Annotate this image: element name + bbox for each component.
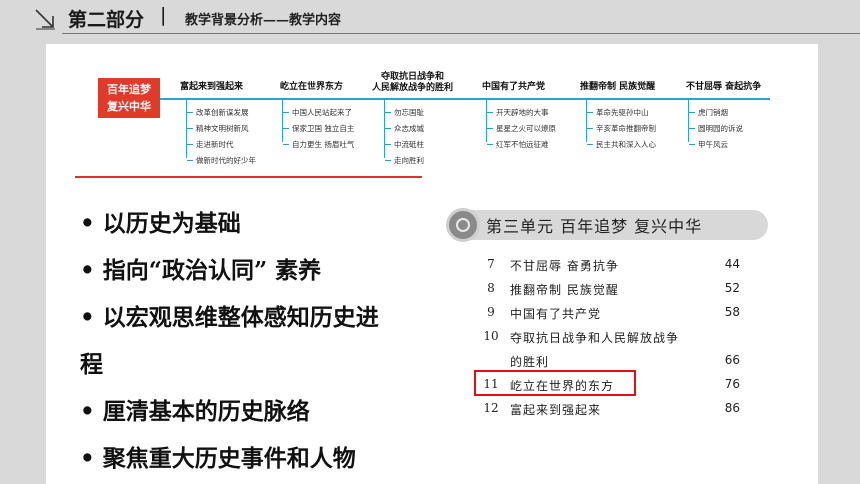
branch-3-leaf-1: 勿忘国耻: [385, 108, 424, 117]
mindmap-root: 百年追梦 复兴中华: [98, 78, 160, 118]
branch-2-leaf-2: 保家卫国 独立自主: [282, 124, 355, 133]
toc-row: 9 中国有了共产党 58: [480, 301, 742, 325]
key-point-2: • 指向“政治认同” 素养: [80, 257, 322, 284]
mindmap-root-line1: 百年追梦: [107, 83, 151, 96]
mindmap-underline: [75, 176, 422, 178]
branch-3-leaf-3: 中流砥柱: [385, 140, 424, 149]
key-points-list: • 以历史为基础 • 指向“政治认同” 素养 • 以宏观思维整体感知历史进 程 …: [80, 200, 420, 482]
branch-6-leaf-2: 圆明园的诉说: [689, 124, 743, 133]
header-divider: [62, 33, 860, 34]
toc-lesson-name: 中国有了共产党: [510, 307, 602, 321]
toc-page: 44: [724, 257, 740, 271]
toc-page: 58: [724, 305, 740, 319]
toc-lesson-name: 不甘屈辱 奋勇抗争: [510, 259, 619, 273]
slide-header: 第二部分 | 教学背景分析——教学内容: [0, 0, 860, 34]
branch-5-leaf-3: 民主共和深入人心: [587, 140, 656, 149]
branch-1-leaf-4: 做新时代的好少年: [187, 156, 256, 165]
branch-2-leaf-3: 自力更生 扬眉吐气: [282, 140, 355, 149]
toc-page: 52: [724, 281, 740, 295]
branch-title-6: 不甘屈辱 奋起抗争: [686, 82, 762, 92]
branch-4-leaf-2: 星星之火可以燎原: [487, 124, 556, 133]
toc-row: 10 夺取抗日战争和人民解放战争: [480, 325, 742, 349]
branch-line-5: [586, 99, 587, 142]
header-separator: |: [160, 4, 167, 26]
branch-line-4: [486, 99, 487, 142]
branch-title-5: 推翻帝制 民族觉醒: [580, 82, 656, 92]
toc-row: 7 不甘屈辱 奋勇抗争 44: [480, 253, 742, 277]
toc-lesson-name: 推翻帝制 民族觉醒: [510, 283, 619, 297]
branch-4-leaf-3: 红军不怕远征难: [487, 140, 549, 149]
branch-1-leaf-2: 精神文明树新风: [187, 124, 249, 133]
branch-title-3-line1: 夺取抗日战争和: [381, 72, 445, 82]
key-point-5: • 聚焦重大历史事件和人物: [80, 445, 356, 472]
branch-2-leaf-1: 中国人民站起来了: [283, 108, 352, 117]
branch-title-2: 屹立在世界东方: [280, 82, 344, 92]
branch-title-4: 中国有了共产党: [482, 82, 546, 92]
toc-page: 86: [724, 401, 740, 415]
corner-arrow-icon: [35, 9, 55, 30]
toc-num: 9: [487, 305, 495, 319]
unit-badge-icon: [446, 208, 480, 242]
unit-title: 第三单元 百年追梦 复兴中华: [486, 217, 703, 236]
mindmap-root-line2: 复兴中华: [107, 100, 151, 113]
section-subtitle: 教学背景分析——教学内容: [185, 13, 342, 28]
branch-3-leaf-2: 众志成城: [385, 124, 424, 133]
toc-num: 8: [487, 281, 495, 295]
branch-6-leaf-1: 虎门销烟: [689, 108, 728, 117]
toc-lesson-name: 夺取抗日战争和人民解放战争: [510, 331, 680, 345]
toc-lesson-name: 富起来到强起来: [510, 403, 602, 417]
branch-4-leaf-1: 开天辟地的大事: [487, 108, 549, 117]
toc-page: 76: [724, 377, 740, 391]
key-point-3-cont: 程: [80, 351, 103, 378]
toc-num: 12: [483, 401, 499, 415]
toc-page: 66: [724, 353, 740, 367]
branch-5-leaf-1: 革命先驱孙中山: [587, 108, 649, 117]
section-part-title: 第二部分: [68, 9, 145, 31]
toc-num: 7: [487, 257, 495, 271]
key-point-4: • 厘清基本的历史脉络: [80, 398, 310, 425]
branch-5-leaf-2: 辛亥革命推翻帝制: [587, 124, 656, 133]
mindmap-trunk: [160, 98, 770, 100]
branch-title-1: 富起来到强起来: [180, 82, 244, 92]
toc-row: 12 富起来到强起来 86: [480, 397, 742, 421]
key-point-1: • 以历史为基础: [80, 210, 241, 237]
branch-line-2: [282, 99, 283, 142]
toc-row: 8 推翻帝制 民族觉醒 52: [480, 277, 742, 301]
branch-6-leaf-3: 甲午风云: [689, 140, 728, 149]
branch-line-6: [688, 99, 689, 142]
branch-1-leaf-1: 改革创新谋发展: [187, 108, 249, 117]
toc-lesson-name: 的胜利: [510, 355, 550, 369]
mindmap: 百年追梦 复兴中华 富起来到强起来 改革创新谋发展 精神文明树新风 走进新时代 …: [96, 70, 776, 180]
toc-num: 10: [483, 329, 499, 343]
toc-highlight-box-full: [474, 370, 636, 396]
branch-title-3-line2: 人民解放战争的胜利: [372, 83, 454, 93]
branch-title-3: 夺取抗日战争和 人民解放战争的胜利: [372, 72, 453, 94]
branch-3-leaf-4: 走向胜利: [385, 156, 424, 165]
branch-1-leaf-3: 走进新时代: [187, 140, 234, 149]
key-point-3: • 以宏观思维整体感知历史进: [80, 304, 379, 331]
